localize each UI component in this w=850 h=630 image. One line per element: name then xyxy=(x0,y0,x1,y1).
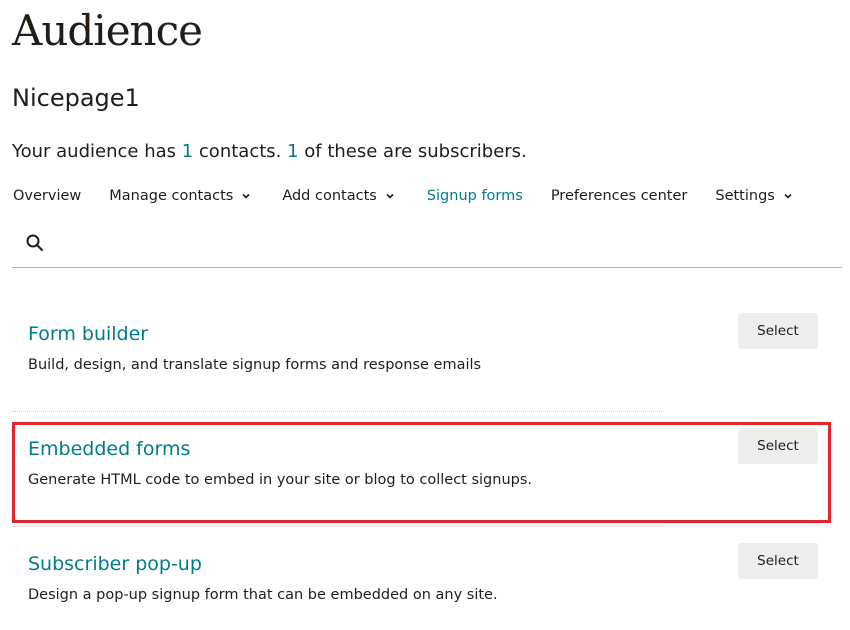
chevron-down-icon xyxy=(784,193,792,199)
nav-item-label: Settings xyxy=(715,188,775,204)
nav-item-signup-forms[interactable]: Signup forms xyxy=(427,188,523,204)
nav-item-settings[interactable]: Settings xyxy=(715,188,792,204)
select-button[interactable]: Select xyxy=(738,428,818,464)
form-option-description: Design a pop-up signup form that can be … xyxy=(28,587,498,603)
nav-item-add-contacts[interactable]: Add contacts xyxy=(282,188,395,204)
row-divider xyxy=(12,526,664,527)
contacts-count: 1 xyxy=(181,141,194,162)
nav-item-preferences-center[interactable]: Preferences center xyxy=(551,188,688,204)
summary-prefix: Your audience has xyxy=(12,141,182,162)
form-option-description: Build, design, and translate signup form… xyxy=(28,357,482,373)
row-divider xyxy=(12,411,664,412)
form-option-description: Generate HTML code to embed in your site… xyxy=(28,472,533,488)
nav-divider xyxy=(12,267,842,268)
subscribers-count: 1 xyxy=(287,141,299,162)
audience-name: Nicepage1 xyxy=(12,84,140,112)
nav-item-label: Preferences center xyxy=(550,188,688,204)
chevron-down-icon xyxy=(242,193,250,199)
nav-item-overview[interactable]: Overview xyxy=(13,188,81,204)
select-button[interactable]: Select xyxy=(738,313,818,349)
nav-item-label: Add contacts xyxy=(282,188,377,204)
nav-item-label: Overview xyxy=(13,188,82,204)
form-option-title[interactable]: Form builder xyxy=(28,323,148,345)
form-option-title[interactable]: Embedded forms xyxy=(28,438,190,460)
nav-item-label: Manage contacts xyxy=(109,188,234,204)
search-icon[interactable] xyxy=(25,233,45,253)
form-option-title[interactable]: Subscriber pop-up xyxy=(28,553,202,575)
chevron-down-icon xyxy=(386,193,394,199)
nav-item-label: Signup forms xyxy=(426,188,523,204)
summary-middle: contacts. xyxy=(193,141,288,162)
page-title: Audience xyxy=(12,6,203,55)
nav-item-manage-contacts[interactable]: Manage contacts xyxy=(109,188,251,204)
audience-nav: Overview Manage contacts Add contacts Si… xyxy=(12,186,842,206)
audience-summary: Your audience has 1 contacts. 1 of these… xyxy=(12,141,527,162)
select-button[interactable]: Select xyxy=(738,543,818,579)
summary-suffix: of these are subscribers. xyxy=(298,141,527,162)
